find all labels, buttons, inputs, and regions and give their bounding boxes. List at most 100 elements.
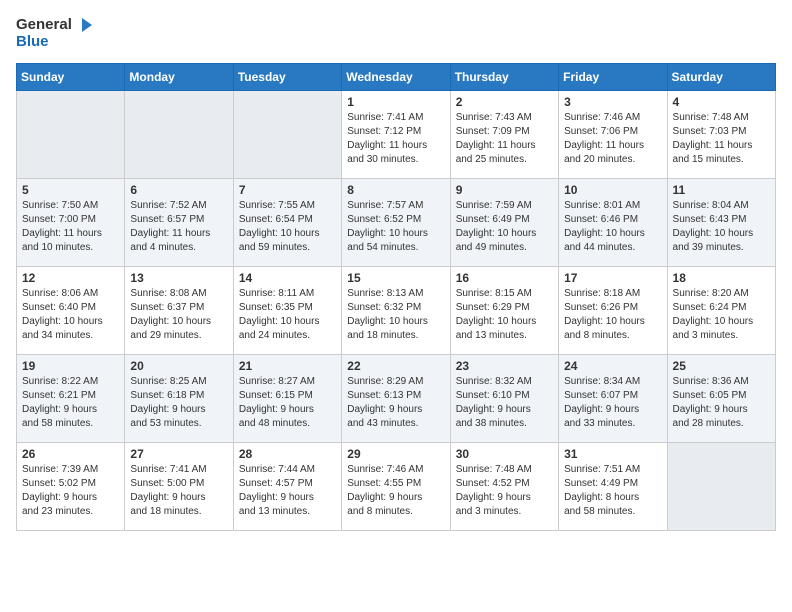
day-number: 30 [456,447,553,461]
cell-info: Sunrise: 8:25 AMSunset: 6:18 PMDaylight:… [130,375,227,431]
calendar-cell [17,90,125,178]
day-header-sunday: Sunday [17,63,125,90]
cell-info: Sunrise: 8:20 AMSunset: 6:24 PMDaylight:… [673,287,770,343]
calendar-cell: 27 Sunrise: 7:41 AMSunset: 5:00 PMDayligh… [125,442,233,530]
cell-info: Sunrise: 8:27 AMSunset: 6:15 PMDaylight:… [239,375,336,431]
calendar-cell: 3 Sunrise: 7:46 AMSunset: 7:06 PMDaylight… [559,90,667,178]
day-number: 21 [239,359,336,373]
day-header-saturday: Saturday [667,63,775,90]
day-number: 28 [239,447,336,461]
cell-info: Sunrise: 7:44 AMSunset: 4:57 PMDaylight:… [239,463,336,519]
cell-info: Sunrise: 8:22 AMSunset: 6:21 PMDaylight:… [22,375,119,431]
calendar-cell: 13Sunrise: 8:08 AMSunset: 6:37 PMDayligh… [125,266,233,354]
cell-info: Sunrise: 8:15 AMSunset: 6:29 PMDaylight:… [456,287,553,343]
day-number: 16 [456,271,553,285]
calendar-cell: 20 Sunrise: 8:25 AMSunset: 6:18 PMDayligh… [125,354,233,442]
cell-info: Sunrise: 7:50 AMSunset: 7:00 PMDaylight:… [22,199,119,255]
cell-info: Sunrise: 8:29 AMSunset: 6:13 PMDaylight:… [347,375,444,431]
calendar-cell: 12 Sunrise: 8:06 AMSunset: 6:40 PMDayligh… [17,266,125,354]
calendar-cell: 8 Sunrise: 7:57 AMSunset: 6:52 PMDaylight… [342,178,450,266]
day-number: 4 [673,95,770,109]
calendar-header-row: SundayMondayTuesdayWednesdayThursdayFrid… [17,63,776,90]
day-header-thursday: Thursday [450,63,558,90]
day-number: 25 [673,359,770,373]
day-number: 22 [347,359,444,373]
calendar-cell [667,442,775,530]
cell-info: Sunrise: 8:18 AMSunset: 6:26 PMDaylight:… [564,287,661,343]
calendar-cell: 9Sunrise: 7:59 AMSunset: 6:49 PMDaylight… [450,178,558,266]
calendar-cell: 29 Sunrise: 7:46 AMSunset: 4:55 PMDayligh… [342,442,450,530]
cell-info: Sunrise: 7:41 AMSunset: 5:00 PMDaylight:… [130,463,227,519]
day-number: 26 [22,447,119,461]
cell-info: Sunrise: 8:34 AMSunset: 6:07 PMDaylight:… [564,375,661,431]
calendar-cell: 11 Sunrise: 8:04 AMSunset: 6:43 PMDayligh… [667,178,775,266]
day-number: 11 [673,183,770,197]
cell-info: Sunrise: 7:41 AMSunset: 7:12 PMDaylight:… [347,111,444,167]
cell-info: Sunrise: 8:32 AMSunset: 6:10 PMDaylight:… [456,375,553,431]
calendar-week-row: 5 Sunrise: 7:50 AMSunset: 7:00 PMDaylight… [17,178,776,266]
calendar-cell: 19 Sunrise: 8:22 AMSunset: 6:21 PMDayligh… [17,354,125,442]
calendar-cell: 7 Sunrise: 7:55 AMSunset: 6:54 PMDaylight… [233,178,341,266]
day-number: 1 [347,95,444,109]
calendar-cell: 30 Sunrise: 7:48 AMSunset: 4:52 PMDayligh… [450,442,558,530]
cell-info: Sunrise: 8:04 AMSunset: 6:43 PMDaylight:… [673,199,770,255]
calendar-cell: 17Sunrise: 8:18 AMSunset: 6:26 PMDayligh… [559,266,667,354]
day-number: 20 [130,359,227,373]
day-number: 5 [22,183,119,197]
calendar-cell: 25Sunrise: 8:36 AMSunset: 6:05 PMDayligh… [667,354,775,442]
day-number: 7 [239,183,336,197]
cell-info: Sunrise: 8:06 AMSunset: 6:40 PMDaylight:… [22,287,119,343]
calendar-cell: 4 Sunrise: 7:48 AMSunset: 7:03 PMDaylight… [667,90,775,178]
cell-info: Sunrise: 7:43 AMSunset: 7:09 PMDaylight:… [456,111,553,167]
calendar-cell: 10Sunrise: 8:01 AMSunset: 6:46 PMDayligh… [559,178,667,266]
day-number: 18 [673,271,770,285]
day-number: 3 [564,95,661,109]
calendar-cell: 2 Sunrise: 7:43 AMSunset: 7:09 PMDaylight… [450,90,558,178]
day-number: 24 [564,359,661,373]
cell-info: Sunrise: 8:08 AMSunset: 6:37 PMDaylight:… [130,287,227,343]
cell-info: Sunrise: 7:46 AMSunset: 4:55 PMDaylight:… [347,463,444,519]
calendar-cell: 5 Sunrise: 7:50 AMSunset: 7:00 PMDaylight… [17,178,125,266]
cell-info: Sunrise: 7:55 AMSunset: 6:54 PMDaylight:… [239,199,336,255]
calendar-cell: 1 Sunrise: 7:41 AMSunset: 7:12 PMDaylight… [342,90,450,178]
calendar-cell: 6Sunrise: 7:52 AMSunset: 6:57 PMDaylight… [125,178,233,266]
cell-info: Sunrise: 7:59 AMSunset: 6:49 PMDaylight:… [456,199,553,255]
cell-info: Sunrise: 7:48 AMSunset: 4:52 PMDaylight:… [456,463,553,519]
day-number: 19 [22,359,119,373]
calendar-cell: 15Sunrise: 8:13 AMSunset: 6:32 PMDayligh… [342,266,450,354]
cell-info: Sunrise: 8:11 AMSunset: 6:35 PMDaylight:… [239,287,336,343]
day-number: 29 [347,447,444,461]
logo-arrow-icon [74,16,92,34]
cell-info: Sunrise: 7:46 AMSunset: 7:06 PMDaylight:… [564,111,661,167]
cell-info: Sunrise: 7:52 AMSunset: 6:57 PMDaylight:… [130,199,227,255]
day-header-monday: Monday [125,63,233,90]
calendar-cell: 31 Sunrise: 7:51 AMSunset: 4:49 PMDayligh… [559,442,667,530]
day-number: 14 [239,271,336,285]
cell-info: Sunrise: 7:48 AMSunset: 7:03 PMDaylight:… [673,111,770,167]
calendar-week-row: 19 Sunrise: 8:22 AMSunset: 6:21 PMDayligh… [17,354,776,442]
calendar-cell: 26Sunrise: 7:39 AMSunset: 5:02 PMDayligh… [17,442,125,530]
calendar-cell: 24 Sunrise: 8:34 AMSunset: 6:07 PMDayligh… [559,354,667,442]
cell-info: Sunrise: 7:57 AMSunset: 6:52 PMDaylight:… [347,199,444,255]
calendar-cell: 23 Sunrise: 8:32 AMSunset: 6:10 PMDayligh… [450,354,558,442]
day-number: 12 [22,271,119,285]
day-number: 23 [456,359,553,373]
calendar-cell: 16 Sunrise: 8:15 AMSunset: 6:29 PMDayligh… [450,266,558,354]
calendar-cell: 18 Sunrise: 8:20 AMSunset: 6:24 PMDayligh… [667,266,775,354]
calendar-cell: 28 Sunrise: 7:44 AMSunset: 4:57 PMDayligh… [233,442,341,530]
calendar-cell: 21 Sunrise: 8:27 AMSunset: 6:15 PMDayligh… [233,354,341,442]
cell-info: Sunrise: 8:13 AMSunset: 6:32 PMDaylight:… [347,287,444,343]
day-header-friday: Friday [559,63,667,90]
logo-container: General Blue [16,16,92,51]
day-header-tuesday: Tuesday [233,63,341,90]
day-number: 31 [564,447,661,461]
cell-info: Sunrise: 7:51 AMSunset: 4:49 PMDaylight:… [564,463,661,519]
day-number: 27 [130,447,227,461]
page-header: General Blue [16,16,776,51]
logo-general-text: General [16,17,72,34]
day-number: 2 [456,95,553,109]
calendar-cell: 22 Sunrise: 8:29 AMSunset: 6:13 PMDayligh… [342,354,450,442]
calendar-week-row: 1 Sunrise: 7:41 AMSunset: 7:12 PMDaylight… [17,90,776,178]
day-number: 8 [347,183,444,197]
cell-info: Sunrise: 8:01 AMSunset: 6:46 PMDaylight:… [564,199,661,255]
